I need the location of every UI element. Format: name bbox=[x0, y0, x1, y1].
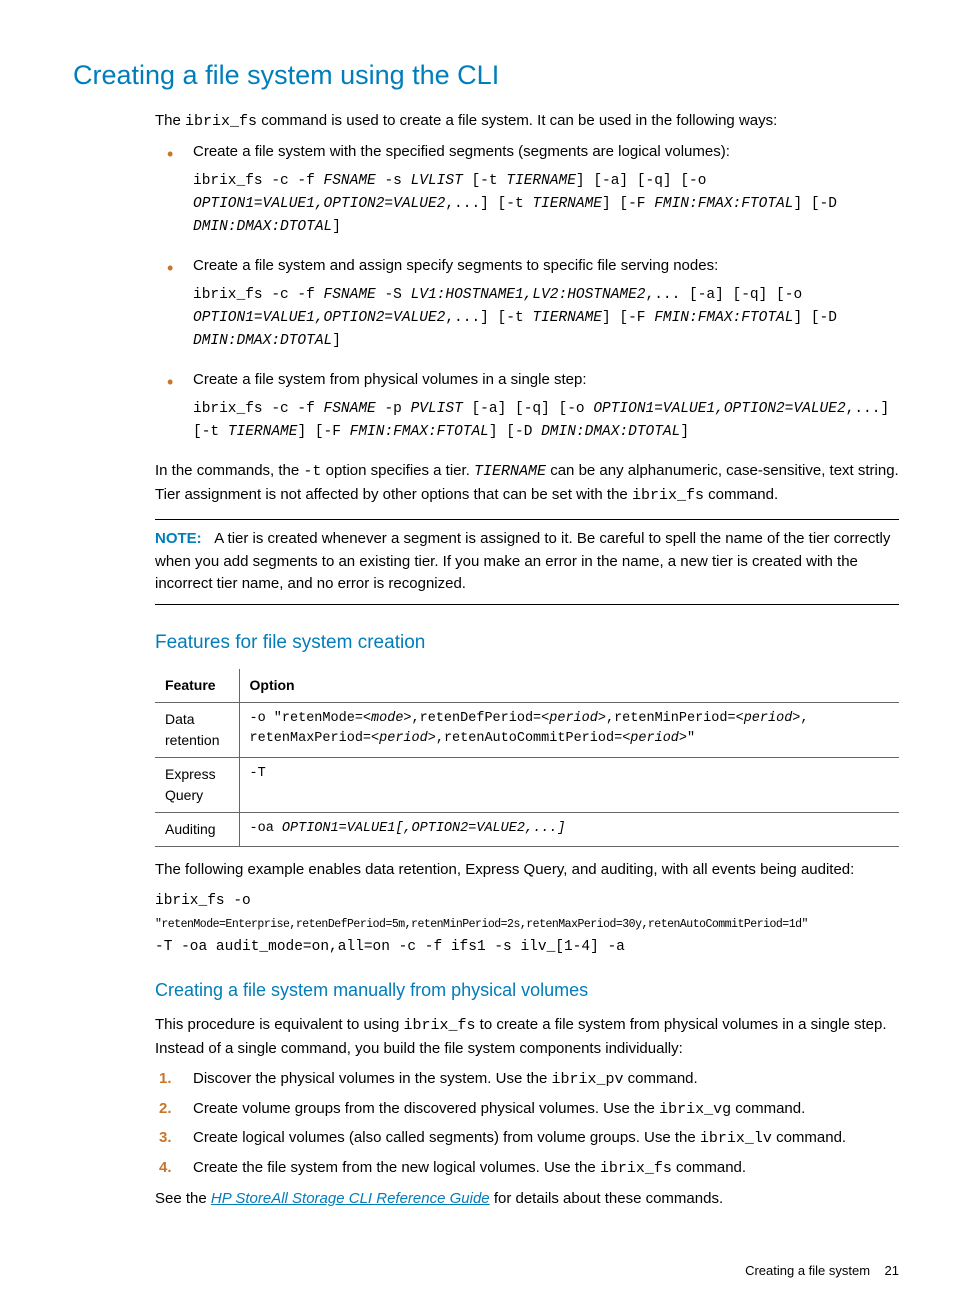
table-header-row: Feature Option bbox=[155, 669, 899, 703]
step-a: Discover the physical volumes in the sys… bbox=[193, 1070, 551, 1087]
bullet-list: Create a file system with the specified … bbox=[155, 141, 899, 444]
intro-text-2: command is used to create a file system.… bbox=[257, 112, 777, 129]
footer-page-number: 21 bbox=[885, 1263, 899, 1278]
feature-cell: Data retention bbox=[155, 703, 239, 758]
example-intro: The following example enables data reten… bbox=[155, 859, 899, 882]
intro-text-1: The bbox=[155, 112, 185, 129]
tier-opt: -t bbox=[303, 463, 321, 480]
tier-text-1: In the commands, the bbox=[155, 462, 303, 479]
list-item: Create a file system with the specified … bbox=[155, 141, 899, 239]
step-cmd: ibrix_lv bbox=[700, 1130, 772, 1147]
note-label: NOTE: bbox=[155, 530, 202, 547]
tier-text-2: option specifies a tier. bbox=[321, 462, 474, 479]
cli-reference-link[interactable]: HP StoreAll Storage CLI Reference Guide bbox=[211, 1190, 490, 1207]
table-row: Express Query -T bbox=[155, 758, 899, 813]
table-row: Data retention -o "retenMode=<mode>,rete… bbox=[155, 703, 899, 758]
code-block: ibrix_fs -c -f FSNAME -s LVLIST [-t TIER… bbox=[193, 170, 899, 240]
list-item: Create a file system and assign specify … bbox=[155, 255, 899, 353]
page-footer: Creating a file system 21 bbox=[55, 1261, 899, 1281]
ex-line3: -T -oa audit_mode=on,all=on -c -f ifs1 -… bbox=[155, 939, 625, 955]
features-table: Feature Option Data retention -o "retenM… bbox=[155, 669, 899, 847]
table-header-option: Option bbox=[239, 669, 899, 703]
see-paragraph: See the HP StoreAll Storage CLI Referenc… bbox=[155, 1188, 899, 1211]
bullet-text: Create a file system with the specified … bbox=[193, 143, 730, 160]
list-item: Create the file system from the new logi… bbox=[155, 1157, 899, 1181]
list-item: Create logical volumes (also called segm… bbox=[155, 1127, 899, 1151]
step-cmd: ibrix_pv bbox=[551, 1071, 623, 1088]
step-cmd: ibrix_vg bbox=[659, 1101, 731, 1118]
ex-line2: "retenMode=Enterprise,retenDefPeriod=5m,… bbox=[155, 918, 808, 931]
code-block: ibrix_fs -c -f FSNAME -p PVLIST [-a] [-q… bbox=[193, 398, 899, 444]
table-row: Auditing -oa OPTION1=VALUE1[,OPTION2=VAL… bbox=[155, 813, 899, 847]
table-header-feature: Feature bbox=[155, 669, 239, 703]
manual-paragraph: This procedure is equivalent to using ib… bbox=[155, 1014, 899, 1060]
list-item: Create volume groups from the discovered… bbox=[155, 1098, 899, 1122]
step-cmd: ibrix_fs bbox=[600, 1160, 672, 1177]
step-a: Create the file system from the new logi… bbox=[193, 1159, 600, 1176]
option-cell: -oa OPTION1=VALUE1[,OPTION2=VALUE2,...] bbox=[239, 813, 899, 847]
code-block: ibrix_fs -c -f FSNAME -S LV1:HOSTNAME1,L… bbox=[193, 284, 899, 354]
feature-cell: Express Query bbox=[155, 758, 239, 813]
footer-text: Creating a file system bbox=[745, 1263, 870, 1278]
features-heading: Features for file system creation bbox=[155, 629, 899, 658]
bullet-text: Create a file system and assign specify … bbox=[193, 257, 718, 274]
bullet-text: Create a file system from physical volum… bbox=[193, 371, 587, 388]
tier-text-4: command. bbox=[704, 486, 778, 503]
intro-cmd: ibrix_fs bbox=[185, 113, 257, 130]
numbered-list: Discover the physical volumes in the sys… bbox=[155, 1068, 899, 1180]
list-item: Discover the physical volumes in the sys… bbox=[155, 1068, 899, 1092]
note-box: NOTE: A tier is created whenever a segme… bbox=[155, 519, 899, 605]
content-body: The ibrix_fs command is used to create a… bbox=[155, 110, 899, 1211]
note-text: A tier is created whenever a segment is … bbox=[155, 530, 890, 592]
option-cell: -o "retenMode=<mode>,retenDefPeriod=<per… bbox=[239, 703, 899, 758]
see-b: for details about these commands. bbox=[490, 1190, 723, 1207]
list-item: Create a file system from physical volum… bbox=[155, 369, 899, 444]
feature-cell: Auditing bbox=[155, 813, 239, 847]
example-code: ibrix_fs -o "retenMode=Enterprise,retenDe… bbox=[155, 890, 899, 960]
manual-heading: Creating a file system manually from phy… bbox=[155, 977, 899, 1004]
tier-cmd: ibrix_fs bbox=[632, 487, 704, 504]
see-a: See the bbox=[155, 1190, 211, 1207]
step-b: command. bbox=[672, 1159, 746, 1176]
option-cell: -T bbox=[239, 758, 899, 813]
tier-name: TIERNAME bbox=[474, 463, 546, 480]
tier-paragraph: In the commands, the -t option specifies… bbox=[155, 460, 899, 507]
page-title: Creating a file system using the CLI bbox=[73, 55, 899, 96]
step-a: Create volume groups from the discovered… bbox=[193, 1100, 659, 1117]
step-b: command. bbox=[772, 1129, 846, 1146]
step-b: command. bbox=[731, 1100, 805, 1117]
intro-paragraph: The ibrix_fs command is used to create a… bbox=[155, 110, 899, 134]
step-a: Create logical volumes (also called segm… bbox=[193, 1129, 700, 1146]
manual-cmd: ibrix_fs bbox=[403, 1017, 475, 1034]
step-b: command. bbox=[624, 1070, 698, 1087]
manual-p1a: This procedure is equivalent to using bbox=[155, 1016, 403, 1033]
ex-line1: ibrix_fs -o bbox=[155, 893, 251, 909]
